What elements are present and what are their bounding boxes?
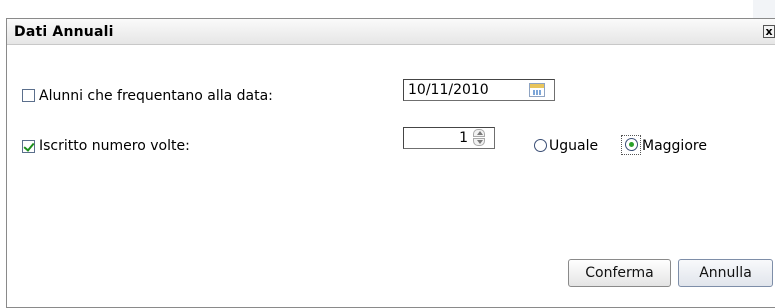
close-icon[interactable]: x	[763, 25, 775, 38]
spinner-down-icon[interactable]	[473, 138, 485, 146]
page-corner	[753, 0, 775, 18]
page-top-strip	[0, 0, 775, 18]
alunni-checkbox[interactable]	[22, 89, 35, 102]
spinner-up-icon[interactable]	[473, 129, 485, 137]
screen: Dati Annuali x Alunni che frequentano al…	[0, 0, 775, 308]
count-value: 1	[459, 130, 468, 146]
iscritto-checkbox[interactable]	[22, 140, 35, 153]
cancel-button[interactable]: Annulla	[678, 259, 773, 287]
radio-maggiore-label: Maggiore	[642, 138, 707, 154]
confirm-button[interactable]: Conferma	[568, 259, 671, 287]
radio-uguale[interactable]	[534, 139, 547, 152]
alunni-label: Alunni che frequentano alla data:	[39, 88, 273, 104]
dialog-titlebar: Dati Annuali x	[7, 19, 775, 45]
radio-maggiore[interactable]	[625, 138, 638, 151]
calendar-icon[interactable]	[529, 83, 545, 97]
iscritto-label: Iscritto numero volte:	[39, 138, 190, 154]
dialog-title: Dati Annuali	[14, 24, 114, 40]
dati-annuali-dialog: Dati Annuali x Alunni che frequentano al…	[6, 18, 775, 308]
radio-uguale-label: Uguale	[549, 138, 599, 154]
count-spinner[interactable]	[473, 129, 485, 147]
